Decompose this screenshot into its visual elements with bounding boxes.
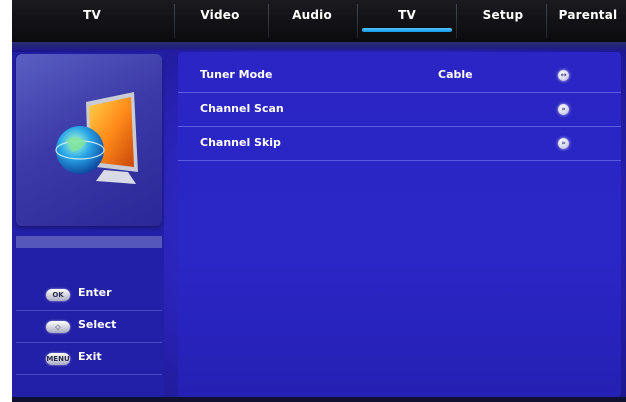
tab-audio[interactable]: Audio	[274, 0, 350, 42]
settings-list: Tuner Mode Cable ↔ Channel Scan » Channe…	[178, 52, 621, 397]
legend-label: Enter	[78, 286, 112, 299]
description-strip	[16, 236, 162, 248]
menu-row-channel-skip[interactable]: Channel Skip »	[178, 126, 621, 161]
tab-divider	[174, 4, 175, 38]
tab-tv-label: TV	[398, 8, 416, 22]
tab-divider	[546, 4, 547, 38]
screen-bottom-edge	[12, 397, 626, 402]
menu-bar-underline	[12, 42, 626, 50]
legend-label: Exit	[78, 350, 102, 363]
active-tab-indicator	[362, 28, 452, 32]
row-value: Cable	[438, 68, 473, 81]
tab-tv[interactable]: TV	[362, 0, 452, 42]
legend-enter: OK Enter	[16, 280, 162, 311]
enter-arrow-icon: »	[558, 104, 569, 115]
tv-settings-screen: TV Video Audio TV Setup Parental OK Ente…	[12, 0, 626, 402]
legend-exit: MENU Exit	[16, 344, 162, 375]
dpad-key-icon: ◇	[46, 321, 70, 333]
top-menu-bar: TV Video Audio TV Setup Parental	[12, 0, 626, 42]
tab-divider	[357, 4, 358, 38]
tab-setup[interactable]: Setup	[462, 0, 544, 42]
row-label: Tuner Mode	[200, 68, 273, 81]
menu-row-channel-scan[interactable]: Channel Scan »	[178, 92, 621, 127]
tab-divider	[268, 4, 269, 38]
left-panel: OK Enter ◇ Select MENU Exit	[12, 52, 164, 397]
tv-section-logo	[16, 54, 162, 226]
tab-video[interactable]: Video	[182, 0, 258, 42]
row-label: Channel Skip	[200, 136, 281, 149]
ok-key-icon: OK	[46, 289, 70, 301]
enter-arrow-icon: »	[558, 138, 569, 149]
left-right-arrows-icon: ↔	[558, 70, 569, 81]
row-label: Channel Scan	[200, 102, 284, 115]
menu-key-icon: MENU	[46, 353, 70, 365]
tab-divider	[456, 4, 457, 38]
tab-parental[interactable]: Parental	[550, 0, 626, 42]
legend-select: ◇ Select	[16, 312, 162, 343]
legend-label: Select	[78, 318, 117, 331]
tv-globe-icon	[55, 92, 138, 184]
menu-row-tuner-mode[interactable]: Tuner Mode Cable ↔	[178, 58, 621, 93]
section-title: TV	[83, 8, 101, 22]
